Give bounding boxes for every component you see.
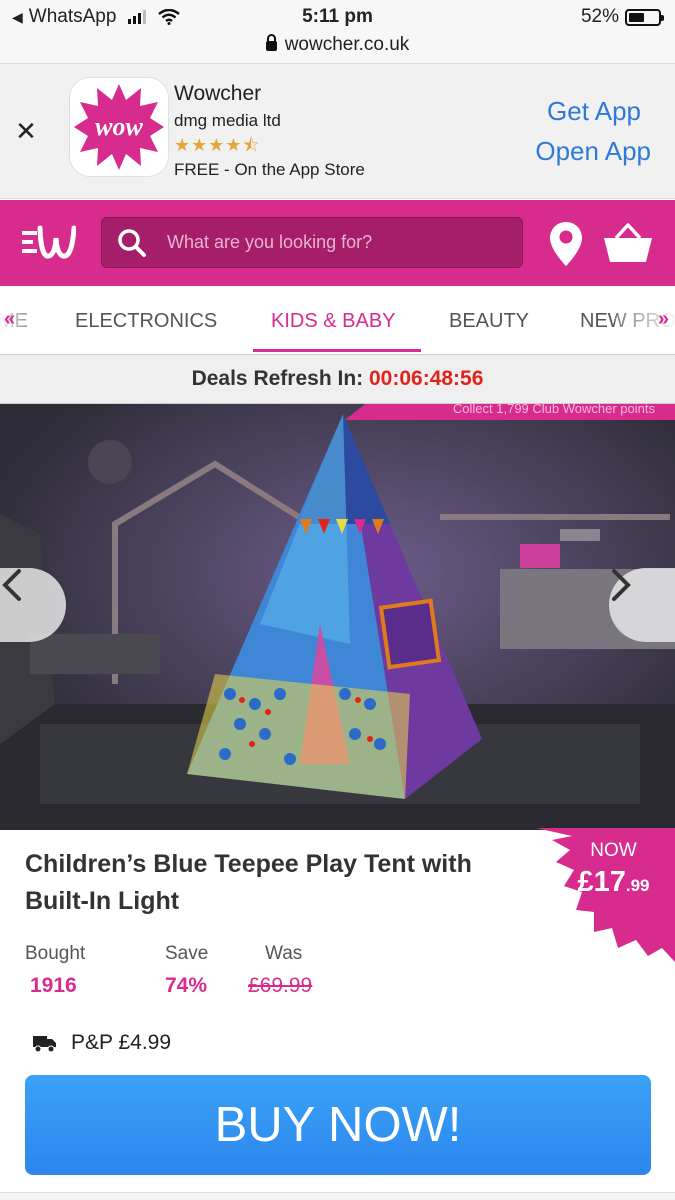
chevron-left-icon[interactable]: « xyxy=(4,308,15,331)
app-store-text: FREE - On the App Store xyxy=(174,160,365,179)
save-value: 74% xyxy=(165,974,208,997)
app-icon-wordmark: wow xyxy=(95,112,143,141)
carousel-next-button[interactable] xyxy=(609,568,675,642)
current-price: £17.99 xyxy=(516,866,675,899)
save-label: Save xyxy=(165,943,209,964)
url-domain: wowcher.co.uk xyxy=(284,34,410,55)
deals-countdown: 00:06:48:56 xyxy=(368,367,484,390)
status-bar: ◀ WhatsApp 5:11 pm 52% xyxy=(0,0,675,34)
chevron-right-icon xyxy=(612,569,631,601)
open-app-button[interactable]: Open App xyxy=(535,136,651,167)
app-icon[interactable]: wow xyxy=(70,78,168,176)
buy-now-button[interactable]: BUY NOW! xyxy=(25,1075,651,1175)
now-label: NOW xyxy=(590,840,637,861)
basket-icon[interactable] xyxy=(603,222,653,264)
map-pin-icon[interactable] xyxy=(548,220,584,268)
battery-status: 52% xyxy=(580,6,664,28)
points-ribbon: Collect 1,799 Club Wowcher points xyxy=(345,404,675,420)
postage-text: P&P £4.99 xyxy=(71,1031,172,1054)
postage-info: P&P £4.99 xyxy=(33,1031,171,1055)
smart-app-banner: ✕ wow Wowcher dmg media ltd ★★★★⯪ FREE -… xyxy=(0,64,675,199)
get-app-button[interactable]: Get App xyxy=(547,96,641,127)
bought-label: Bought xyxy=(25,943,86,964)
rating-stars: ★★★★⯪ xyxy=(174,135,261,155)
product-title: Children’s Blue Teepee Play Tent with Bu… xyxy=(25,850,472,915)
nav-item-electronics[interactable]: ELECTRONICS xyxy=(75,310,217,333)
price-pence: .99 xyxy=(625,876,650,895)
bottom-bar xyxy=(0,1192,675,1200)
chevron-right-icon[interactable]: » xyxy=(658,308,669,331)
close-icon[interactable]: ✕ xyxy=(14,116,38,146)
was-price: £69.99 xyxy=(248,974,313,997)
category-nav: ME ELECTRONICS KIDS & BABY BEAUTY NEW PR… xyxy=(0,286,675,354)
search-box[interactable] xyxy=(101,217,523,268)
deals-refresh-label: Deals Refresh In: xyxy=(191,367,364,390)
product-image-carousel[interactable]: Collect 1,799 Club Wowcher points xyxy=(0,404,675,830)
url-bar[interactable]: wowcher.co.uk xyxy=(0,32,675,64)
bought-value: 1916 xyxy=(30,974,77,997)
lock-icon xyxy=(265,34,277,51)
was-label: Was xyxy=(265,943,303,964)
search-input[interactable] xyxy=(167,217,513,268)
chevron-left-icon xyxy=(2,569,21,601)
clock: 5:11 pm xyxy=(302,6,373,27)
battery-percent: 52% xyxy=(580,6,619,27)
nav-item-kids-baby[interactable]: KIDS & BABY xyxy=(271,310,396,333)
nav-item-beauty[interactable]: BEAUTY xyxy=(449,310,529,333)
price-pounds: £17 xyxy=(577,866,626,898)
site-header xyxy=(0,200,675,286)
deals-refresh-bar: Deals Refresh In: 00:06:48:56 xyxy=(0,354,675,404)
battery-icon xyxy=(625,8,664,26)
app-name: Wowcher xyxy=(174,82,262,105)
search-icon xyxy=(118,229,146,257)
nav-active-indicator xyxy=(253,349,421,352)
wowcher-logo-icon[interactable] xyxy=(22,224,76,260)
product-image xyxy=(0,404,675,830)
app-developer: dmg media ltd xyxy=(174,111,281,130)
truck-icon xyxy=(33,1036,56,1053)
